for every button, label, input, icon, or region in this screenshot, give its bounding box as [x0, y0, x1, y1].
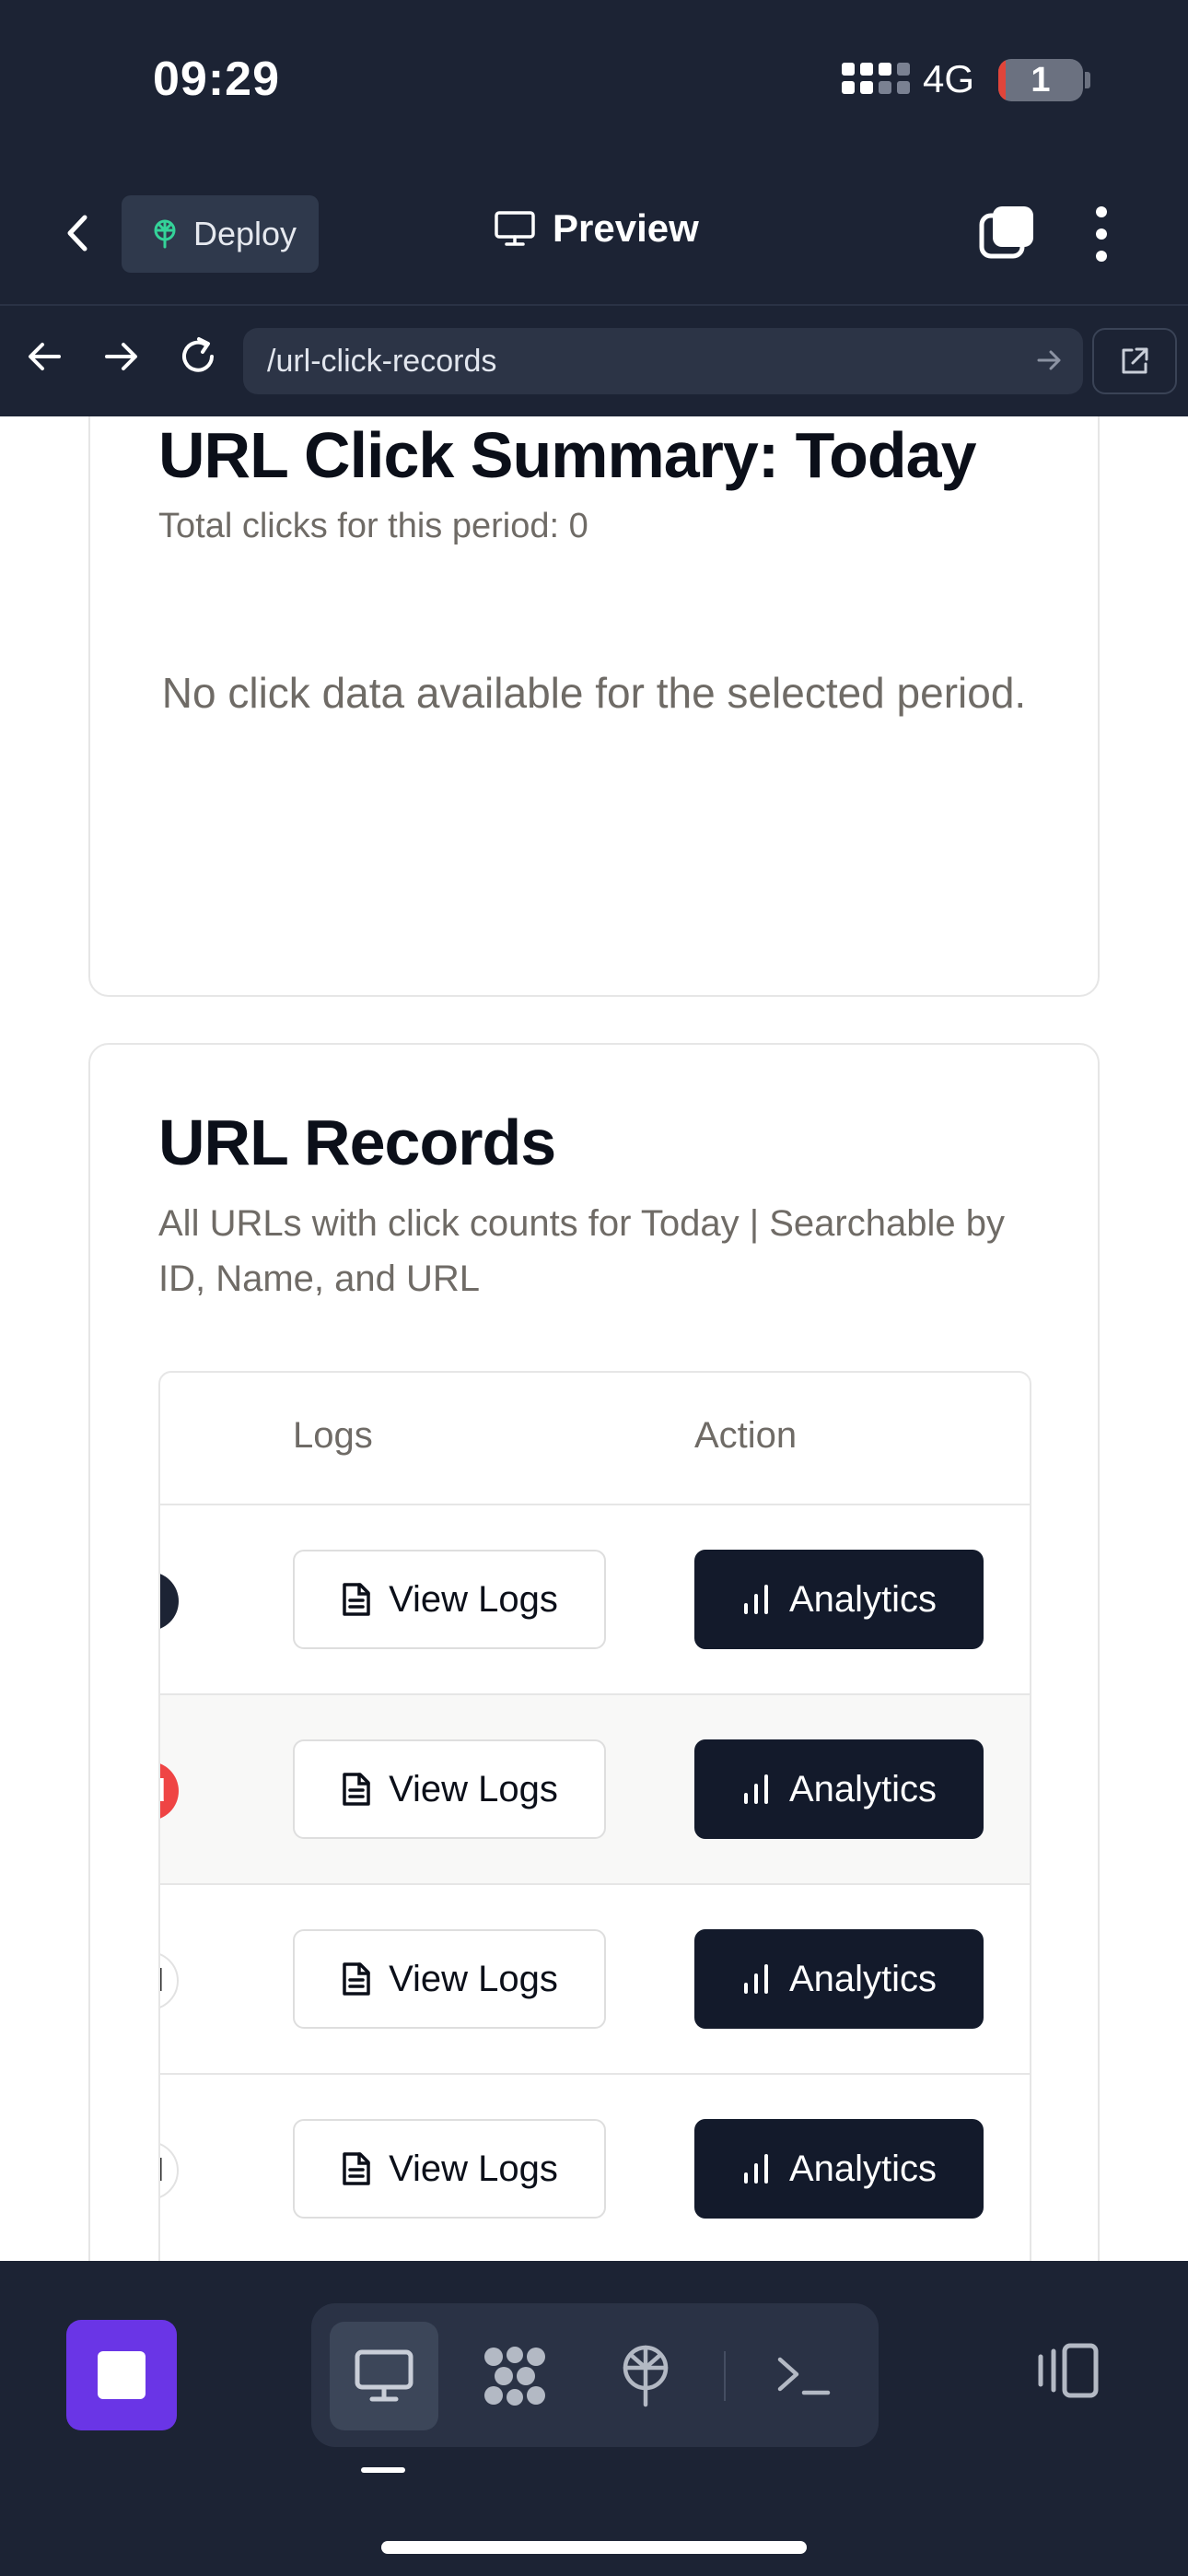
status-badge: l	[160, 1951, 179, 2010]
status-badge: l	[160, 2141, 179, 2200]
monitor-icon	[495, 211, 535, 246]
browser-forward-icon[interactable]	[98, 334, 144, 380]
dock-deploy-tab[interactable]	[591, 2322, 700, 2430]
analytics-label: Analytics	[788, 1578, 938, 1620]
battery-icon: 1	[998, 59, 1083, 101]
active-tab-indicator	[361, 2467, 405, 2473]
view-logs-button[interactable]: View Logs	[293, 2119, 606, 2219]
bar-chart-icon	[743, 2154, 768, 2184]
table-row: d View Logs Analytics	[160, 1695, 1030, 1885]
view-logs-label: View Logs	[389, 2148, 558, 2189]
table-header: Logs Action	[160, 1373, 1030, 1505]
more-options-icon[interactable]	[1096, 206, 1107, 262]
url-input[interactable]: /url-click-records	[243, 328, 1083, 394]
bar-chart-icon	[743, 1964, 768, 1994]
analytics-label: Analytics	[788, 2148, 938, 2189]
status-bar: 09:29 4G 1	[0, 0, 1188, 166]
view-logs-label: View Logs	[389, 1578, 558, 1620]
dock-separator	[724, 2351, 726, 2401]
preview-label: Preview	[553, 206, 699, 250]
records-table[interactable]: Logs Action View Logs Analytics View Log…	[158, 1371, 1031, 2261]
empty-state-message: No click data available for the selected…	[161, 669, 1027, 717]
terminal-icon	[777, 2357, 831, 2395]
view-logs-button[interactable]: View Logs	[293, 1739, 606, 1839]
document-icon	[343, 1773, 370, 1806]
reload-icon[interactable]	[175, 334, 221, 380]
deploy-label: Deploy	[193, 215, 297, 252]
open-external-button[interactable]	[1092, 328, 1177, 394]
records-title: URL Records	[158, 1107, 556, 1178]
table-row: l View Logs Analytics	[160, 2075, 1030, 2261]
table-row: View Logs Analytics	[160, 1505, 1030, 1695]
bottom-dock	[0, 2261, 1188, 2576]
url-text: /url-click-records	[267, 343, 497, 379]
bar-chart-icon	[743, 1585, 768, 1614]
document-icon	[343, 1583, 370, 1616]
stop-icon	[98, 2351, 146, 2399]
home-indicator	[381, 2541, 807, 2554]
view-logs-label: View Logs	[389, 1768, 558, 1809]
network-type: 4G	[923, 57, 975, 100]
deploy-icon	[623, 2345, 669, 2407]
status-badge	[160, 1572, 179, 1631]
tabs-icon[interactable]	[978, 205, 1035, 262]
analytics-button[interactable]: Analytics	[694, 1739, 984, 1839]
status-time: 09:29	[153, 53, 280, 106]
cellular-signal-icon	[842, 63, 910, 94]
dock-preview-tab[interactable]	[330, 2322, 438, 2430]
apps-grid-icon	[484, 2347, 545, 2406]
click-summary-card: URL Click Summary: Today Total clicks fo…	[88, 416, 1100, 997]
page-content[interactable]: URL Click Summary: Today Total clicks fo…	[0, 416, 1188, 2261]
battery-tip	[1085, 72, 1090, 88]
column-header-action: Action	[694, 1415, 798, 1456]
document-icon	[343, 1962, 370, 1996]
analytics-button[interactable]: Analytics	[694, 1929, 984, 2029]
column-header-logs: Logs	[293, 1415, 373, 1456]
summary-title: URL Click Summary: Today	[158, 419, 977, 491]
analytics-label: Analytics	[788, 1958, 938, 1999]
stop-button[interactable]	[66, 2320, 177, 2430]
view-logs-button[interactable]: View Logs	[293, 1929, 606, 2029]
deploy-icon	[154, 219, 176, 249]
deploy-button[interactable]: Deploy	[122, 195, 319, 273]
status-badge: d	[160, 1762, 179, 1821]
document-icon	[343, 2152, 370, 2185]
external-link-icon	[1122, 347, 1148, 374]
analytics-button[interactable]: Analytics	[694, 1550, 984, 1649]
monitor-icon	[355, 2349, 413, 2402]
dock-tabs	[311, 2303, 879, 2447]
bar-chart-icon	[743, 1774, 768, 1804]
battery-level: 1	[1031, 61, 1051, 100]
go-arrow-icon[interactable]	[1033, 345, 1065, 376]
preview-title[interactable]: Preview	[494, 206, 699, 251]
summary-total: Total clicks for this period: 0	[158, 507, 588, 545]
url-records-card: URL Records All URLs with click counts f…	[88, 1043, 1100, 2261]
back-chevron-icon[interactable]	[55, 210, 101, 256]
analytics-button[interactable]: Analytics	[694, 2119, 984, 2219]
analytics-label: Analytics	[788, 1768, 938, 1809]
browser-back-icon[interactable]	[22, 334, 68, 380]
view-logs-button[interactable]: View Logs	[293, 1550, 606, 1649]
view-logs-label: View Logs	[389, 1958, 558, 1999]
browser-bar: /url-click-records	[0, 306, 1188, 416]
table-row: l View Logs Analytics	[160, 1885, 1030, 2075]
dock-apps-tab[interactable]	[460, 2322, 569, 2430]
records-subtitle: All URLs with click counts for Today | S…	[158, 1203, 1005, 1299]
side-panel-icon[interactable]	[1031, 2342, 1101, 2401]
dock-terminal-tab[interactable]	[750, 2322, 858, 2430]
